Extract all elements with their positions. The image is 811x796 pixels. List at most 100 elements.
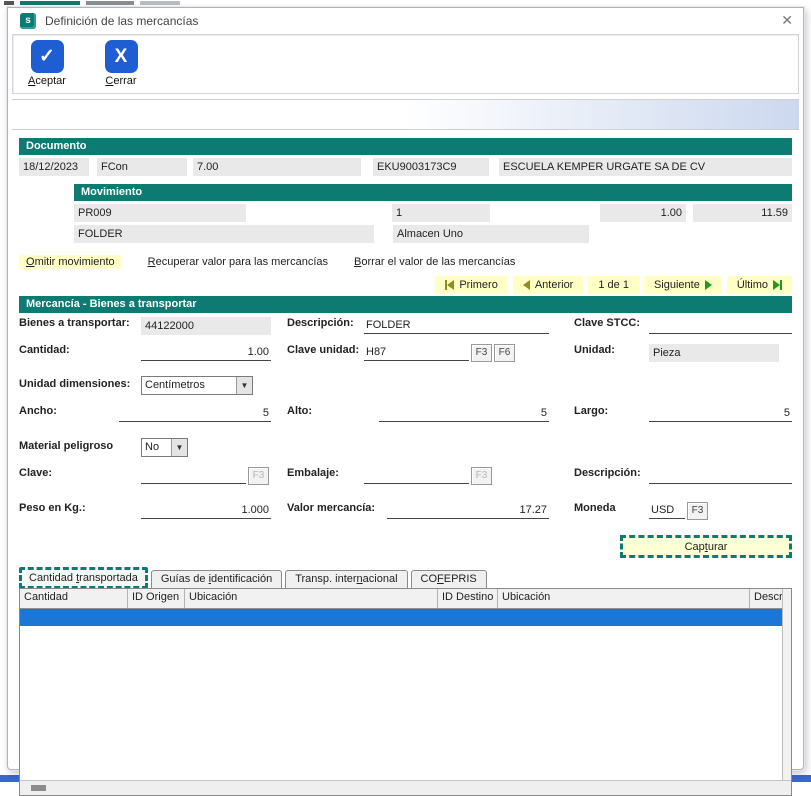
check-icon: ✓	[31, 40, 64, 73]
nav-ultimo-button[interactable]: Último	[727, 276, 792, 294]
largo-label: Largo:	[574, 405, 608, 417]
background-window-top	[0, 0, 811, 7]
record-navigation: Primero Anterior 1 de 1 Siguiente Último	[19, 276, 792, 294]
cantidad-transportada-grid: Cantidad ID Origen Ubicación ID Destino …	[19, 588, 792, 796]
tab-cantidad-transportada[interactable]: Cantidad transportada	[19, 567, 148, 589]
horizontal-scrollbar[interactable]	[20, 780, 791, 795]
cantidad-label: Cantidad:	[19, 344, 70, 356]
previous-record-icon	[523, 280, 530, 290]
unidad-label: Unidad:	[574, 344, 615, 356]
omitir-movimiento-link[interactable]: Omitir movimiento	[19, 255, 122, 269]
background-fragment	[4, 1, 14, 5]
alto-field[interactable]: 5	[379, 405, 549, 422]
chevron-down-icon[interactable]: ▼	[236, 377, 252, 394]
background-fragment	[20, 1, 80, 5]
embalaje-field[interactable]	[364, 467, 469, 484]
aceptar-button[interactable]: ✓ Aceptar	[19, 39, 75, 87]
dialog-definicion-mercancias: s Definición de las mercancías ✕ ✓ Acept…	[7, 7, 804, 770]
unidad-dimensiones-select[interactable]: Centímetros ▼	[141, 376, 253, 395]
cerrar-button[interactable]: X Cerrar	[93, 39, 149, 87]
close-icon[interactable]: ✕	[781, 12, 793, 29]
column-header-id-origen[interactable]: ID Origen	[128, 589, 185, 608]
clave-unidad-label: Clave unidad:	[287, 344, 359, 356]
bienes-field[interactable]: 44122000	[141, 317, 271, 335]
peso-label: Peso en Kg.:	[19, 502, 86, 514]
movimiento-descripcion: FOLDER	[74, 225, 374, 243]
last-record-icon	[773, 280, 782, 290]
cantidad-field[interactable]: 1.00	[141, 344, 271, 361]
tab-strip: Cantidad transportada Guías de identific…	[19, 564, 792, 588]
documento-fecha: 18/12/2023	[19, 158, 89, 176]
documento-rfc: EKU9003173C9	[373, 158, 489, 176]
background-fragment	[86, 1, 134, 5]
tab-cofepris[interactable]: COFEPRIS	[411, 570, 487, 588]
unidad-dimensiones-label: Unidad dimensiones:	[19, 378, 130, 390]
material-peligroso-label: Material peligroso	[19, 440, 113, 452]
column-header-ubicacion-destino[interactable]: Ubicación	[498, 589, 750, 608]
capturar-button[interactable]: Capturar	[620, 535, 792, 558]
clave-label: Clave:	[19, 467, 52, 479]
nav-siguiente-button[interactable]: Siguiente	[644, 276, 722, 294]
app-icon: s	[20, 13, 36, 29]
column-header-ubicacion-origen[interactable]: Ubicación	[185, 589, 438, 608]
clave-unidad-field[interactable]: H87	[364, 344, 469, 361]
documento-section-header: Documento	[19, 138, 792, 155]
background-fragment	[140, 1, 180, 5]
clave-unidad-f3-button[interactable]: F3	[471, 344, 492, 362]
descripcion-field[interactable]: FOLDER	[364, 317, 549, 334]
clave-stcc-field[interactable]	[649, 317, 792, 334]
clave-f3-button: F3	[248, 467, 269, 485]
first-record-icon	[445, 280, 454, 290]
movimiento-precio: 11.59	[693, 204, 792, 222]
ancho-field[interactable]: 5	[119, 405, 271, 422]
unidad-field: Pieza	[649, 344, 779, 362]
tab-transp-internacional[interactable]: Transp. internacional	[285, 570, 407, 588]
scrollbar-thumb[interactable]	[31, 785, 46, 791]
recuperar-valor-link[interactable]: Recuperar valor para las mercancías	[148, 256, 328, 268]
nav-anterior-button[interactable]: Anterior	[513, 276, 584, 294]
column-header-cantidad[interactable]: Cantidad	[20, 589, 128, 608]
grid-empty-area[interactable]	[20, 626, 791, 780]
material-peligroso-select[interactable]: No ▼	[141, 438, 188, 457]
clave-unidad-f6-button[interactable]: F6	[494, 344, 515, 362]
peso-field[interactable]: 1.000	[141, 502, 271, 519]
cerrar-label: Cerrar	[93, 75, 149, 87]
nav-position: 1 de 1	[588, 276, 639, 294]
movimiento-almacen: Almacen Uno	[393, 225, 589, 243]
nav-primero-button[interactable]: Primero	[435, 276, 508, 294]
movimiento-section-header: Movimiento	[74, 184, 792, 201]
bienes-label: Bienes a transportar:	[19, 317, 130, 329]
x-icon: X	[105, 40, 138, 73]
title-bar[interactable]: s Definición de las mercancías ✕	[8, 8, 803, 33]
moneda-f3-button[interactable]: F3	[687, 502, 708, 520]
documento-folio: 7.00	[193, 158, 361, 176]
movimiento-cantidad: 1	[392, 204, 490, 222]
clave-stcc-label: Clave STCC:	[574, 317, 640, 329]
documento-razon-social: ESCUELA KEMPER URGATE SA DE CV	[499, 158, 792, 176]
tab-guias-identificacion[interactable]: Guías de identificación	[151, 570, 282, 588]
valor-mercancia-label: Valor mercancía:	[287, 502, 375, 514]
aceptar-label: Aceptar	[19, 75, 75, 87]
movimiento-row-2: FOLDER Almacen Uno	[74, 225, 792, 243]
column-header-id-destino[interactable]: ID Destino	[438, 589, 498, 608]
borrar-valor-link[interactable]: Borrar el valor de las mercancías	[354, 256, 515, 268]
ancho-label: Ancho:	[19, 405, 57, 417]
toolbar: ✓ Aceptar X Cerrar	[12, 34, 799, 94]
largo-field[interactable]: 5	[649, 405, 792, 422]
window-title: Definición de las mercancías	[45, 14, 198, 28]
alto-label: Alto:	[287, 405, 312, 417]
moneda-field[interactable]: USD	[649, 502, 685, 519]
selected-empty-row[interactable]	[20, 609, 791, 626]
clave-field[interactable]	[141, 467, 246, 484]
header-band	[12, 99, 799, 130]
movimiento-producto: PR009	[74, 204, 246, 222]
grid-header: Cantidad ID Origen Ubicación ID Destino …	[20, 589, 791, 609]
descripcion2-label: Descripción:	[574, 467, 641, 479]
chevron-down-icon[interactable]: ▼	[171, 439, 187, 456]
vertical-scrollbar[interactable]	[782, 589, 791, 780]
movimiento-row-1: PR009 1 1.00 11.59	[74, 204, 792, 222]
descripcion2-field[interactable]	[649, 467, 792, 484]
valor-mercancia-field[interactable]: 17.27	[387, 502, 549, 519]
moneda-label: Moneda	[574, 502, 616, 514]
descripcion-label: Descripción:	[287, 317, 354, 329]
